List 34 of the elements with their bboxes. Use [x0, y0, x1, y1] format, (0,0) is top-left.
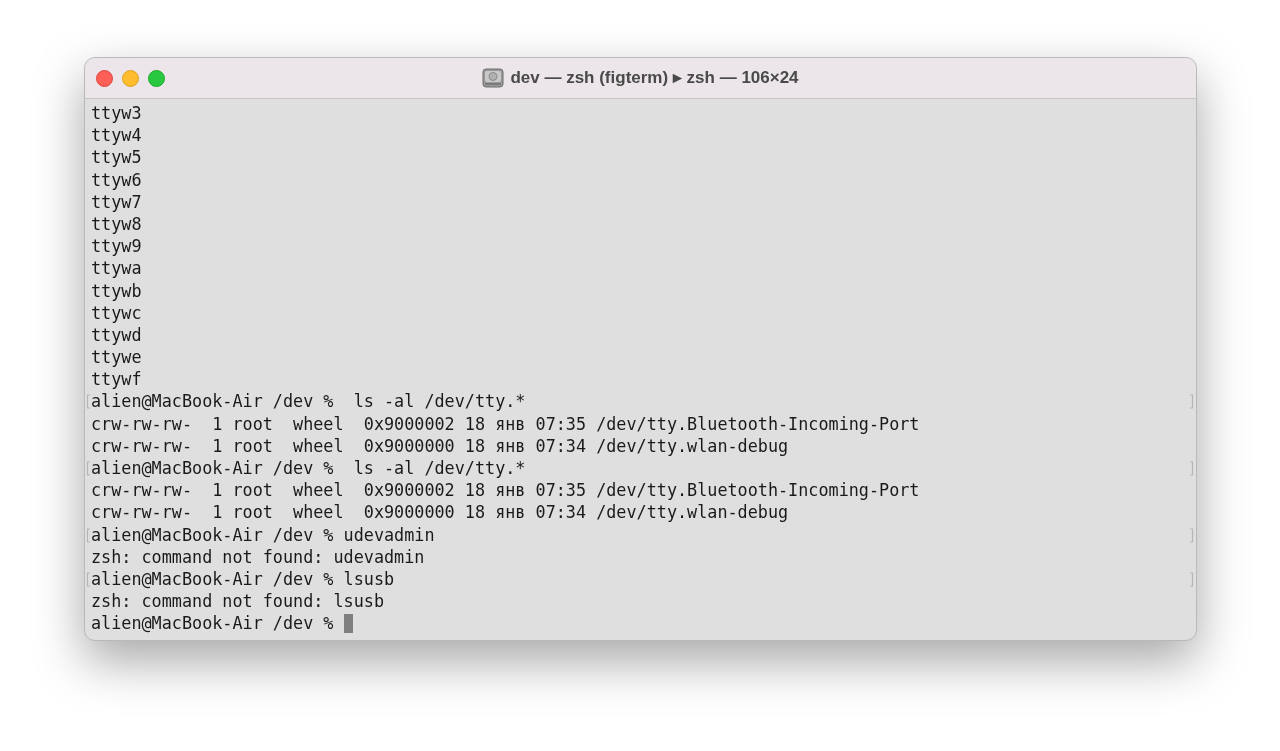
prompt-mark-icon	[1189, 571, 1194, 587]
prompt-mark-icon	[1189, 461, 1194, 476]
prompt-mark-icon	[1189, 394, 1194, 410]
output-line: ttywa	[91, 258, 142, 279]
window-title: dev — zsh (figterm) ▸ zsh — 106×24	[510, 67, 799, 90]
command-line: alien@MacBook-Air /dev % ls -al /dev/tty.*	[91, 458, 526, 478]
output-line: ttyw9	[91, 236, 142, 257]
output-line: ttywf	[91, 369, 142, 390]
hard-drive-icon	[482, 68, 505, 88]
close-button[interactable]	[96, 69, 113, 87]
output-line: ttyw8	[91, 213, 142, 234]
output-line: crw-rw-rw- 1 root wheel 0x9000000 18 янв 07:34 /dev/tty.wlan-debug	[91, 502, 789, 523]
output-line: crw-rw-rw- 1 root wheel 0x9000002 18 янв 07:35 /dev/tty.Bluetooth-Incoming-Port	[91, 413, 920, 434]
command-prompt: alien@MacBook-Air /dev %	[91, 613, 335, 634]
output-line: zsh: command not found: lsusb	[91, 591, 384, 612]
output-line: ttywd	[91, 324, 142, 345]
output-line: ttyw3	[91, 103, 142, 123]
zoom-button[interactable]	[148, 69, 165, 87]
minimize-button[interactable]	[122, 69, 139, 87]
output-line: ttywb	[91, 280, 142, 301]
text-cursor	[343, 614, 353, 634]
output-line: crw-rw-rw- 1 root wheel 0x9000000 18 янв 07:34 /dev/tty.wlan-debug	[91, 435, 789, 456]
command-line: alien@MacBook-Air /dev % ls -al /dev/tty.*	[91, 391, 526, 412]
command-line: alien@MacBook-Air /dev % udevadmin	[91, 524, 435, 545]
output-line: ttyw4	[91, 125, 142, 146]
output-line: crw-rw-rw- 1 root wheel 0x9000002 18 янв 07:35 /dev/tty.Bluetooth-Incoming-Port	[91, 480, 920, 501]
command-line: alien@MacBook-Air /dev % lsusb	[91, 568, 395, 589]
output-line: ttyw7	[91, 191, 142, 212]
output-line: ttyw6	[91, 169, 142, 190]
output-line: ttyw5	[91, 147, 142, 168]
output-line: ttywc	[91, 302, 142, 323]
prompt-mark-icon	[1189, 527, 1194, 543]
output-line: zsh: command not found: udevadmin	[91, 546, 425, 567]
output-line: ttywe	[91, 347, 142, 368]
